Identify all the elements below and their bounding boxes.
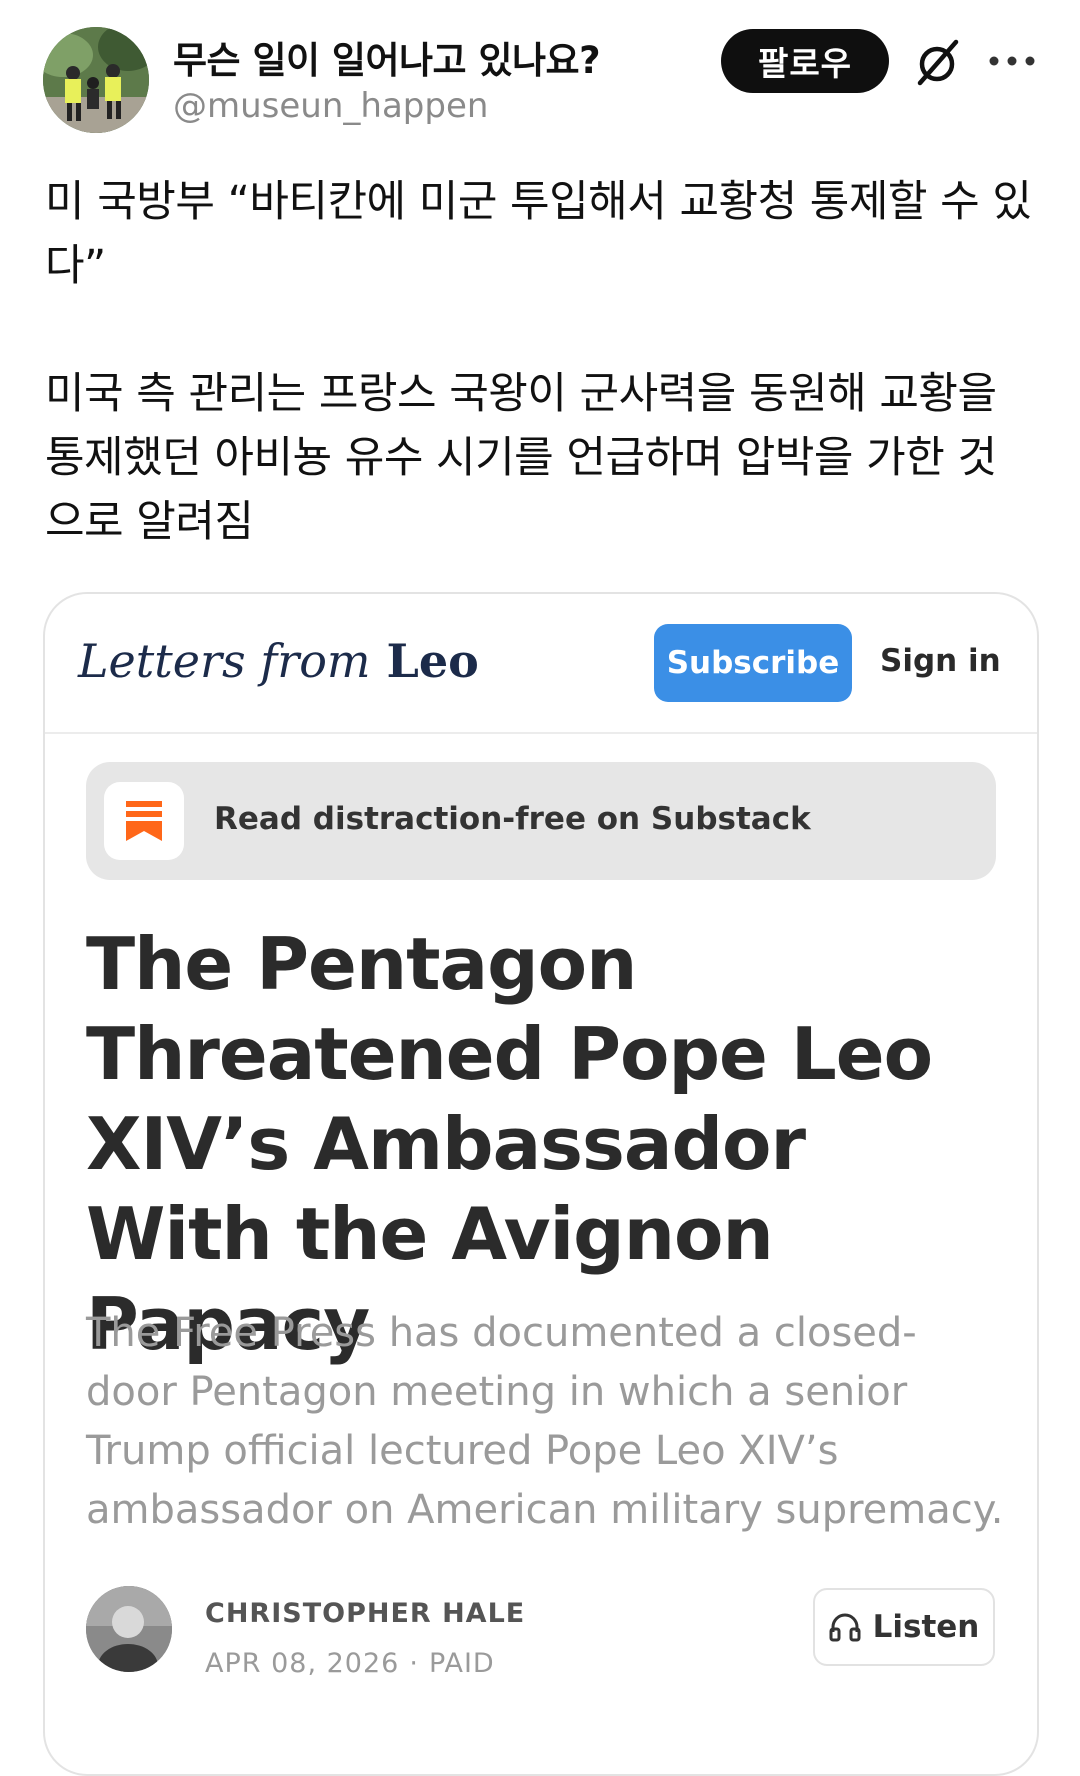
author-avatar[interactable]: [86, 1586, 172, 1672]
article-subtitle: The Free Press has documented a closed-d…: [86, 1310, 1004, 1533]
post-text: 미 국방부 “바티칸에 미군 투입해서 교황청 통제할 수 있다” 미국 측 관…: [45, 177, 1032, 547]
more-icon[interactable]: [988, 50, 1036, 72]
article-meta: APR 08, 2026 · PAID: [205, 1648, 495, 1679]
sign-in-link[interactable]: Sign in: [880, 643, 1001, 679]
brand-word-leo: Leo: [370, 634, 479, 688]
brand-word-from: from: [260, 634, 371, 688]
publish-date: APR 08, 2026: [205, 1648, 400, 1679]
meta-separator: ·: [409, 1648, 419, 1679]
brand-word-letters: Letters: [78, 634, 261, 688]
article-headline[interactable]: The Pentagon Threatened Pope Leo XIV’s A…: [86, 919, 1006, 1369]
subscribe-button[interactable]: Subscribe: [654, 624, 852, 702]
display-name[interactable]: 무슨 일이 일어나고 있나요?: [173, 30, 601, 84]
listen-label: Listen: [872, 1609, 980, 1645]
publication-logo[interactable]: Letters from Leo: [78, 634, 479, 688]
user-handle[interactable]: @museun_happen: [173, 86, 488, 126]
card-header-divider: [45, 732, 1037, 734]
access-label: PAID: [428, 1648, 495, 1679]
headphones-icon: [829, 1613, 861, 1642]
substack-cta-text: Read distraction-free on Substack: [214, 801, 811, 837]
follow-button[interactable]: 팔로우: [721, 29, 889, 93]
link-preview-card[interactable]: Letters from Leo Subscribe Sign in Read …: [43, 592, 1039, 1776]
author-name[interactable]: CHRISTOPHER HALE: [205, 1598, 525, 1629]
substack-banner[interactable]: Read distraction-free on Substack: [86, 762, 996, 880]
listen-button[interactable]: Listen: [813, 1588, 995, 1666]
substack-logo-icon: [104, 782, 184, 860]
profile-avatar[interactable]: [43, 27, 149, 133]
grok-icon[interactable]: [912, 36, 962, 88]
